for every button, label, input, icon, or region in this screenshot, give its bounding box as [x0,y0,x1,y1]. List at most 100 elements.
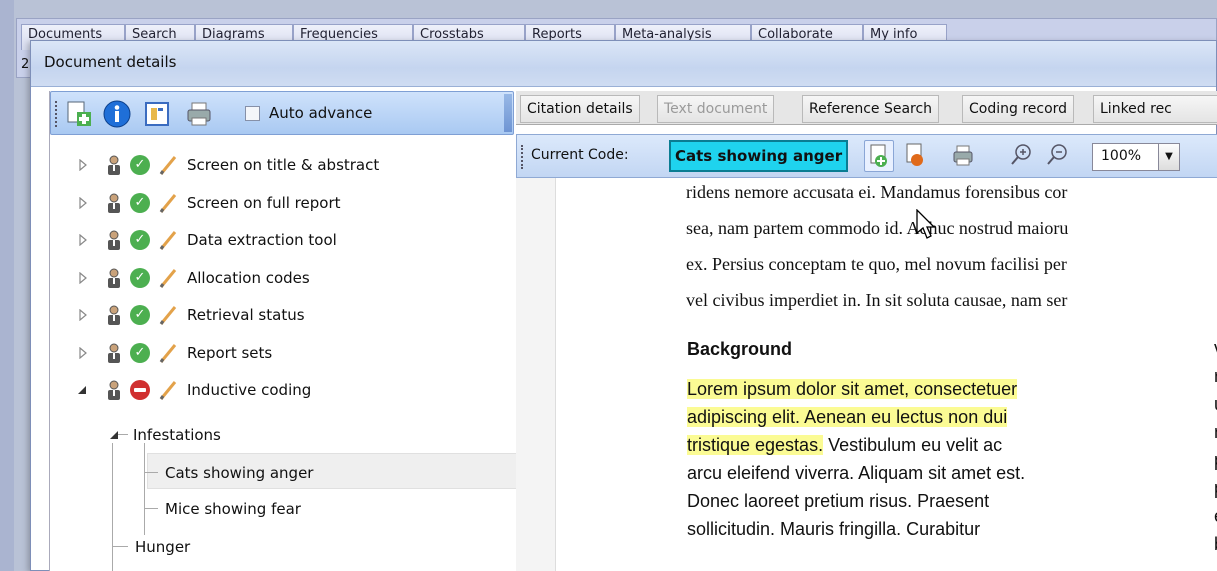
document-body-line: adipiscing elit. Aenean eu lectus non du… [687,407,1008,428]
tree-item-label: Report sets [187,344,273,362]
code-selection-button[interactable] [864,140,894,172]
dialog-title-bar[interactable]: Document details [31,41,1216,87]
document-tabs: Citation details Text document Reference… [516,91,1217,125]
tree-item-data-extraction-tool[interactable]: ✓ Data extraction tool [78,226,518,256]
tree-item-allocation-codes[interactable]: ✓ Allocation codes [78,264,518,294]
tree-item-mice-showing-fear[interactable]: Mice showing fear [144,495,444,525]
bg-fragment: 2 [21,57,30,72]
tree-item-label: Infestations [133,426,221,444]
document-line: sea, nam partem commodo id. Adhuc nostru… [686,218,1069,238]
tab-citation-details[interactable]: Citation details [520,95,640,123]
reviewer-icon [108,305,120,325]
background-window-edge [0,0,14,571]
print-icon[interactable] [185,100,213,128]
tree-item-report-sets[interactable]: ✓ Report sets [78,339,518,369]
complete-check-icon: ✓ [130,193,150,213]
section-heading: Background [687,339,793,359]
document-body-line: tristique egestas. Vestibulum eu velit a… [687,435,1002,456]
document-toolbar: Current Code: Cats showing anger 100% ▼ [516,134,1217,178]
tree-item-cats-showing-anger[interactable]: Cats showing anger [144,459,444,489]
zoom-dropdown-button[interactable]: ▼ [1158,143,1180,171]
edit-pencil-icon[interactable] [158,304,178,326]
document-details-dialog: Document details Auto advance ✓ Screen o… [30,40,1217,571]
incomplete-icon [130,380,150,400]
coded-text-highlight[interactable]: adipiscing elit. Aenean eu lectus non du… [687,407,1008,427]
tree-item-screen-on-title-abstract[interactable]: ✓ Screen on title & abstract [78,151,518,181]
edit-pencil-icon[interactable] [158,192,178,214]
reviewer-icon [108,193,120,213]
tab-reference-search[interactable]: Reference Search [802,95,940,123]
properties-icon[interactable] [143,100,171,128]
remove-code-icon [906,143,923,166]
add-code-icon [870,144,887,167]
tree-item-retrieval-status[interactable]: ✓ Retrieval status [78,301,518,331]
remove-code-button[interactable] [901,140,931,172]
tree-item-label: Allocation codes [187,269,310,287]
tree-item-screen-on-full-report[interactable]: ✓ Screen on full report [78,189,518,219]
reviewer-icon [108,268,120,288]
document-viewer[interactable]: ridens nemore accusata ei. Mandamus fore… [516,178,1217,571]
tree-item-label: Cats showing anger [165,464,314,482]
expand-icon[interactable] [78,272,88,284]
tree-item-label: Data extraction tool [187,231,337,249]
add-document-icon[interactable] [65,100,93,128]
edit-pencil-icon[interactable] [158,229,178,251]
collapse-icon[interactable] [110,429,120,441]
auto-advance-label: Auto advance [269,104,373,122]
expand-icon[interactable] [78,197,88,209]
chevron-down-icon: ▼ [1165,151,1173,162]
edit-pencil-icon[interactable] [158,379,178,401]
document-body-line: Donec laoreet pretium risus. Praesent [687,491,989,512]
tab-coding-record[interactable]: Coding record [962,95,1075,123]
zoom-in-button[interactable] [1007,140,1037,172]
complete-check-icon: ✓ [130,305,150,325]
toolbar-overflow[interactable] [504,94,512,132]
current-code-value[interactable]: Cats showing anger [669,140,849,172]
coded-text-highlight[interactable]: tristique egestas. [687,435,824,455]
tree-item-inductive-coding[interactable]: Inductive coding [78,376,518,406]
expand-icon[interactable] [78,309,88,321]
document-line: vel civibus imperdiet in. In sit soluta … [686,290,1068,310]
current-code-label: Current Code: [531,147,629,163]
tree-item-label: Inductive coding [187,381,312,399]
expand-icon[interactable] [78,234,88,246]
tree-item-label: Hunger [135,538,191,556]
tree-item-infestations[interactable]: Infestations [110,421,410,451]
print-button[interactable] [949,140,979,172]
complete-check-icon: ✓ [130,268,150,288]
tree-item-hunger[interactable]: Hunger [112,533,412,563]
edit-pencil-icon[interactable] [158,342,178,364]
document-body-line: Lorem ipsum dolor sit amet, consectetuer [687,379,1018,400]
coded-text-highlight[interactable]: Lorem ipsum dolor sit amet, consectetuer [687,379,1018,399]
body-text: sollicitudin. Mauris fringilla. Curabitu… [687,519,981,539]
auto-advance-checkbox[interactable] [245,106,260,121]
info-icon[interactable] [103,100,131,128]
toolbar-grip[interactable] [521,145,523,169]
body-text: Donec laoreet pretium risus. Praesent [687,491,990,511]
reviewer-icon [108,155,120,175]
edit-pencil-icon[interactable] [158,154,178,176]
reviewer-icon [108,230,120,250]
mouse-cursor [916,209,936,239]
tab-linked-records[interactable]: Linked rec [1093,95,1217,123]
zoom-out-icon [1047,144,1067,165]
document-body-line: arcu eleifend viverra. Aliquam sit amet … [687,463,1025,484]
dialog-title: Document details [44,53,177,71]
toolbar-grip[interactable] [55,101,58,127]
collapse-icon[interactable] [78,384,88,396]
zoom-level-field[interactable]: 100% [1092,143,1160,171]
expand-icon[interactable] [78,159,88,171]
edit-pencil-icon[interactable] [158,267,178,289]
complete-check-icon: ✓ [130,155,150,175]
coding-tree-panel: Auto advance ✓ Screen on title & abstract… [49,91,529,571]
document-margin [516,178,556,571]
tree-item-label: Screen on title & abstract [187,156,380,174]
tree-item-label: Retrieval status [187,306,305,324]
expand-icon[interactable] [78,347,88,359]
document-body-line: sollicitudin. Mauris fringilla. Curabitu… [687,519,980,540]
left-toolbar: Auto advance [50,91,514,135]
tree-item-label: Mice showing fear [165,500,301,518]
body-text: arcu eleifend viverra. Aliquam sit amet … [687,463,1026,483]
zoom-out-button[interactable] [1043,140,1073,172]
tab-text-document[interactable]: Text document [657,95,775,123]
